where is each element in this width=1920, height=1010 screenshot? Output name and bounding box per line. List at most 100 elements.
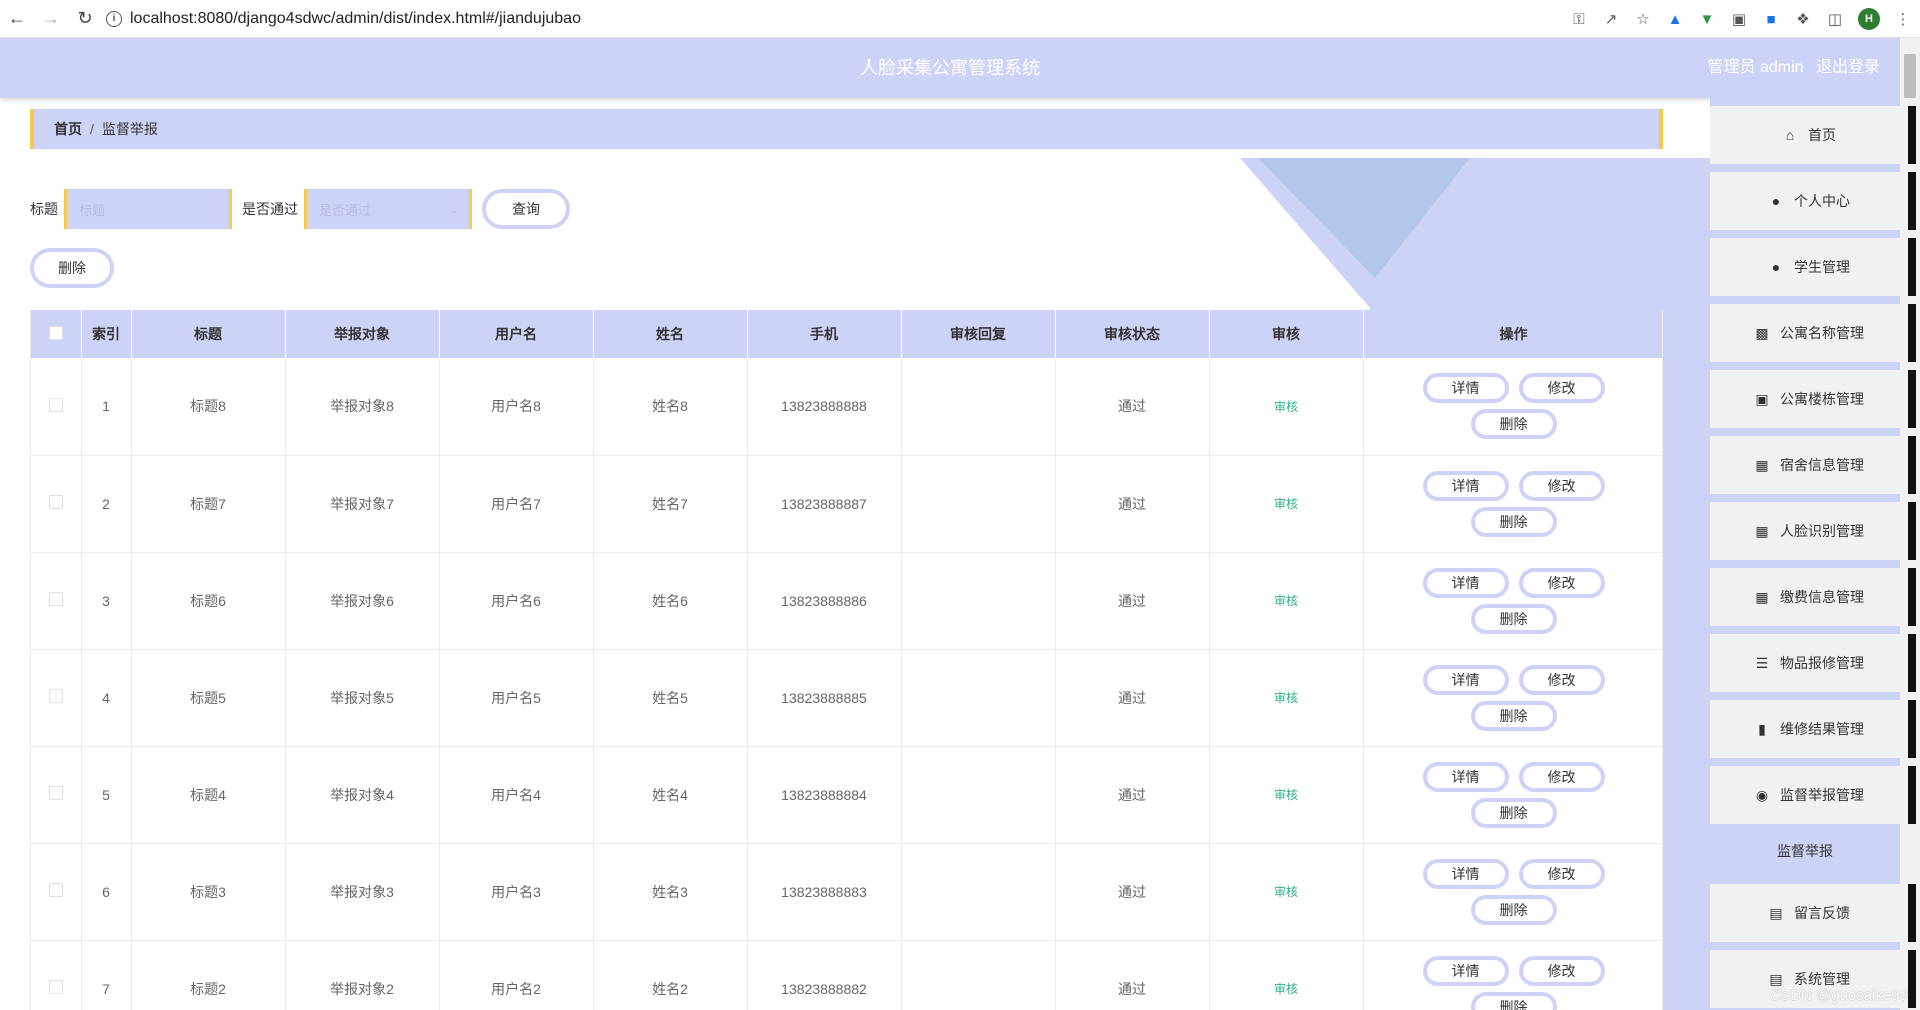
more-menu-icon[interactable]: ⋮	[1894, 10, 1912, 28]
cell-status: 通过	[1055, 649, 1210, 747]
sidepanel-icon[interactable]: ◫	[1826, 10, 1844, 28]
select-all-checkbox[interactable]	[48, 325, 63, 340]
detail-button[interactable]: 详情	[1422, 567, 1509, 598]
extension-lock-icon[interactable]: ■	[1762, 10, 1780, 28]
row-checkbox[interactable]	[48, 397, 63, 412]
sliders-icon: ☰	[1755, 654, 1769, 671]
info-icon[interactable]: i	[106, 10, 122, 27]
query-button[interactable]: 查询	[482, 189, 570, 229]
row-checkbox[interactable]	[48, 786, 63, 800]
reload-icon[interactable]: ↻	[68, 0, 102, 38]
briefcase-icon: ▣	[1755, 390, 1769, 407]
clipboard-icon: ▤	[1769, 970, 1783, 987]
delete-button[interactable]: 删除	[1470, 603, 1557, 634]
row-checkbox[interactable]	[48, 689, 63, 703]
cell-status: 通过	[1055, 358, 1210, 456]
row-actions-top: 详情 修改	[1422, 470, 1605, 501]
audit-link[interactable]: 审核	[1274, 497, 1298, 511]
sidebar-item-repair-result[interactable]: ▮ 维修结果管理	[1710, 700, 1916, 758]
row-actions-top: 详情 修改	[1422, 373, 1605, 404]
cell-reply	[901, 358, 1056, 456]
edit-button[interactable]: 修改	[1518, 858, 1605, 889]
pass-select[interactable]: 是否通过 ⌄	[304, 189, 472, 229]
key-icon[interactable]: ⚿	[1570, 10, 1588, 28]
delete-button[interactable]: 删除	[1470, 409, 1557, 440]
sidebar-item-apartment-name[interactable]: ▩ 公寓名称管理	[1710, 304, 1916, 362]
cell-audit: 审核	[1209, 746, 1364, 844]
detail-button[interactable]: 详情	[1422, 858, 1509, 889]
audit-link[interactable]: 审核	[1274, 400, 1298, 414]
edit-button[interactable]: 修改	[1518, 373, 1605, 404]
sidebar-item-profile[interactable]: ● 个人中心	[1710, 172, 1916, 230]
breadcrumb-home[interactable]: 首页	[54, 119, 82, 139]
edit-button[interactable]: 修改	[1518, 664, 1605, 695]
sidebar-item-feedback[interactable]: ▤ 留言反馈	[1710, 884, 1916, 942]
row-checkbox[interactable]	[48, 980, 63, 994]
sidebar-item-supervision-report[interactable]: ◉ 监督举报管理	[1710, 766, 1916, 824]
row-checkbox[interactable]	[48, 495, 63, 509]
audit-link[interactable]: 审核	[1274, 691, 1298, 705]
cell-status: 通过	[1055, 843, 1210, 941]
header-status: 审核状态	[1055, 310, 1210, 358]
back-arrow-icon[interactable]: ←	[0, 0, 34, 38]
table-row: 5 标题4 举报对象4 用户名4 姓名4 13823888884 通过 审核 详…	[31, 746, 1662, 844]
sidebar-edge	[1908, 950, 1916, 1008]
vue-devtools-icon[interactable]: ▼	[1698, 10, 1716, 28]
url-text[interactable]: localhost:8080/django4sdwc/admin/dist/in…	[130, 10, 581, 28]
table-header-row: 索引 标题 举报对象 用户名 姓名 手机 审核回复 审核状态 审核 操作	[31, 310, 1662, 358]
extension-dark-icon[interactable]: ▣	[1730, 10, 1748, 28]
sidebar-item-home[interactable]: ⌂ 首页	[1710, 106, 1916, 164]
sidebar-edge	[1908, 172, 1916, 230]
detail-button[interactable]: 详情	[1422, 955, 1509, 986]
delete-button[interactable]: 删除	[1470, 700, 1557, 731]
audit-link[interactable]: 审核	[1274, 982, 1298, 996]
sidebar-item-payment-info[interactable]: ▦ 缴费信息管理	[1710, 568, 1916, 626]
profile-avatar-icon[interactable]: H	[1858, 8, 1880, 30]
sidebar-item-students[interactable]: ● 学生管理	[1710, 238, 1916, 296]
forward-arrow-icon[interactable]: →	[34, 0, 68, 38]
browser-toolbar: ← → ↻ i localhost:8080/django4sdwc/admin…	[0, 0, 1920, 38]
row-checkbox[interactable]	[48, 883, 63, 897]
row-select-cell	[31, 649, 82, 747]
cell-index: 3	[81, 552, 132, 650]
cell-index: 4	[81, 649, 132, 747]
puzzle-icon[interactable]: ❖	[1794, 10, 1812, 28]
row-checkbox[interactable]	[48, 592, 63, 606]
select-all-cell	[31, 310, 82, 358]
sidebar-item-repair[interactable]: ☰ 物品报修管理	[1710, 634, 1916, 692]
logout-link[interactable]: 退出登录	[1816, 59, 1880, 76]
scrollbar-thumb[interactable]	[1904, 54, 1916, 98]
edit-button[interactable]: 修改	[1518, 955, 1605, 986]
sidebar-subitem-label: 监督举报	[1777, 843, 1833, 859]
user-icon: ●	[1771, 193, 1781, 209]
sidebar-item-face-recognition[interactable]: ▦ 人脸识别管理	[1710, 502, 1916, 560]
star-icon[interactable]: ☆	[1634, 10, 1652, 28]
audit-link[interactable]: 审核	[1274, 788, 1298, 802]
edit-button[interactable]: 修改	[1518, 470, 1605, 501]
extension-blue-icon[interactable]: ▲	[1666, 10, 1684, 28]
breadcrumb-separator: /	[90, 121, 94, 137]
address-bar[interactable]: i localhost:8080/django4sdwc/admin/dist/…	[106, 0, 581, 38]
sidebar-item-dorm-info[interactable]: ▦ 宿舍信息管理	[1710, 436, 1916, 494]
bulk-delete-button[interactable]: 删除	[30, 248, 114, 288]
cell-reply	[901, 746, 1056, 844]
delete-button[interactable]: 删除	[1470, 797, 1557, 828]
cell-ops: 详情 修改 删除	[1363, 358, 1662, 456]
edit-button[interactable]: 修改	[1518, 567, 1605, 598]
delete-button[interactable]: 删除	[1470, 894, 1557, 925]
detail-button[interactable]: 详情	[1422, 761, 1509, 792]
edit-button[interactable]: 修改	[1518, 761, 1605, 792]
delete-button[interactable]: 删除	[1470, 506, 1557, 537]
cell-phone: 13823888887	[747, 455, 902, 553]
sidebar-subitem-supervision-report[interactable]: 监督举报	[1710, 826, 1900, 876]
share-icon[interactable]: ↗	[1602, 10, 1620, 28]
title-search-input[interactable]: 标题	[64, 189, 232, 229]
audit-link[interactable]: 审核	[1274, 885, 1298, 899]
header-username: 用户名	[439, 310, 594, 358]
detail-button[interactable]: 详情	[1422, 664, 1509, 695]
sidebar-item-apartment-building[interactable]: ▣ 公寓楼栋管理	[1710, 370, 1916, 428]
detail-button[interactable]: 详情	[1422, 373, 1509, 404]
detail-button[interactable]: 详情	[1422, 470, 1509, 501]
delete-button[interactable]: 删除	[1470, 991, 1557, 1010]
audit-link[interactable]: 审核	[1274, 594, 1298, 608]
